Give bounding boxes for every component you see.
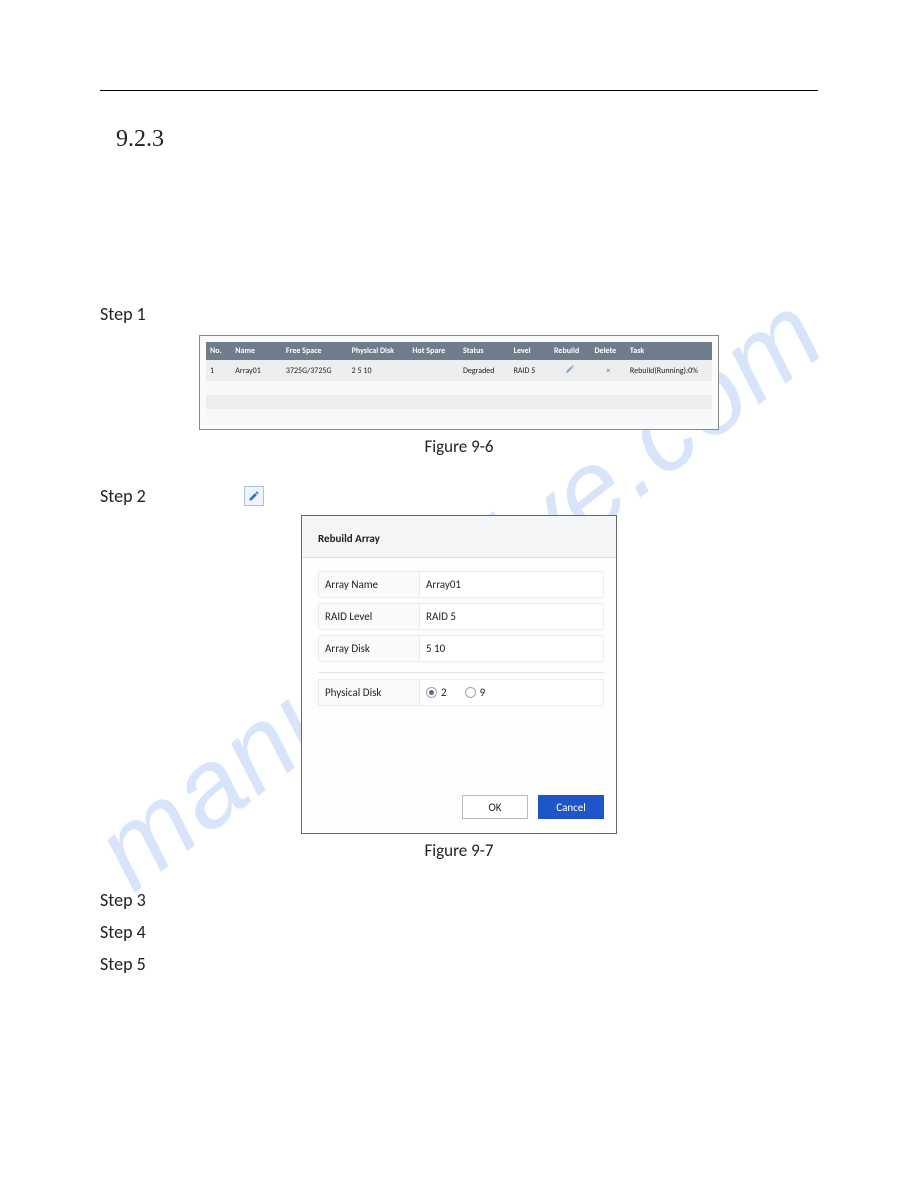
array-name-field: Array Name Array01 [318,571,604,598]
physical-disk-option-9[interactable]: 9 [465,686,486,699]
col-name: Name [231,342,282,360]
cell-rebuild-icon[interactable] [550,360,590,381]
table-row-empty [206,381,712,395]
step-1-label: Step 1 [100,303,818,325]
figure-9-7-caption: Figure 9-7 [100,840,818,861]
rebuild-array-dialog: Rebuild Array Array Name Array01 RAID Le… [301,515,617,834]
array-disk-value: 5 10 [419,636,603,661]
rebuild-icon [565,364,575,374]
step-2-label: Step 2 [100,485,146,507]
table-row[interactable]: 1 Array01 3725G/3725G 2 5 10 Degraded RA… [206,360,712,381]
col-free-space: Free Space [282,342,348,360]
col-status: Status [459,342,510,360]
radio-icon [465,687,476,698]
col-physical-disk: Physical Disk [348,342,409,360]
ok-button[interactable]: OK [462,795,528,819]
cell-hot [408,360,459,381]
col-rebuild: Rebuild [550,342,590,360]
dialog-title: Rebuild Array [302,516,616,558]
col-no: No. [206,342,231,360]
raid-level-value: RAID 5 [419,604,603,629]
cell-level: RAID 5 [510,360,550,381]
cell-status: Degraded [459,360,510,381]
raid-level-label: RAID Level [319,604,419,629]
col-hot-spare: Hot Spare [408,342,459,360]
physical-disk-option-2[interactable]: 2 [426,686,447,699]
array-disk-label: Array Disk [319,636,419,661]
cell-phys: 2 5 10 [348,360,409,381]
raid-level-field: RAID Level RAID 5 [318,603,604,630]
physical-disk-label: Physical Disk [319,680,419,705]
col-delete: Delete [591,342,626,360]
step-5-label: Step 5 [100,953,818,975]
radio-icon [426,687,437,698]
col-task: Task [626,342,712,360]
dialog-separator [318,672,604,673]
cell-free: 3725G/3725G [282,360,348,381]
array-table: No. Name Free Space Physical Disk Hot Sp… [206,342,712,423]
array-disk-field: Array Disk 5 10 [318,635,604,662]
figure-9-6: No. Name Free Space Physical Disk Hot Sp… [199,335,719,430]
cell-task: Rebuild(Running):0% [626,360,712,381]
physical-disk-option-9-label: 9 [480,686,486,699]
cell-no: 1 [206,360,231,381]
table-row-empty [206,409,712,423]
figure-9-6-caption: Figure 9-6 [100,436,818,457]
top-rule [100,90,818,91]
step-4-label: Step 4 [100,921,818,943]
section-number: 9.2.3 [116,126,818,153]
physical-disk-field: Physical Disk 2 9 [318,679,604,706]
array-name-value[interactable]: Array01 [419,572,603,597]
edit-icon[interactable] [244,486,264,506]
step-3-label: Step 3 [100,889,818,911]
array-name-label: Array Name [319,572,419,597]
cancel-button[interactable]: Cancel [538,795,604,819]
pencil-icon [248,490,260,502]
cell-name: Array01 [231,360,282,381]
table-row-empty [206,395,712,409]
physical-disk-option-2-label: 2 [441,686,447,699]
table-header-row: No. Name Free Space Physical Disk Hot Sp… [206,342,712,360]
cell-delete[interactable]: × [591,360,626,381]
col-level: Level [510,342,550,360]
